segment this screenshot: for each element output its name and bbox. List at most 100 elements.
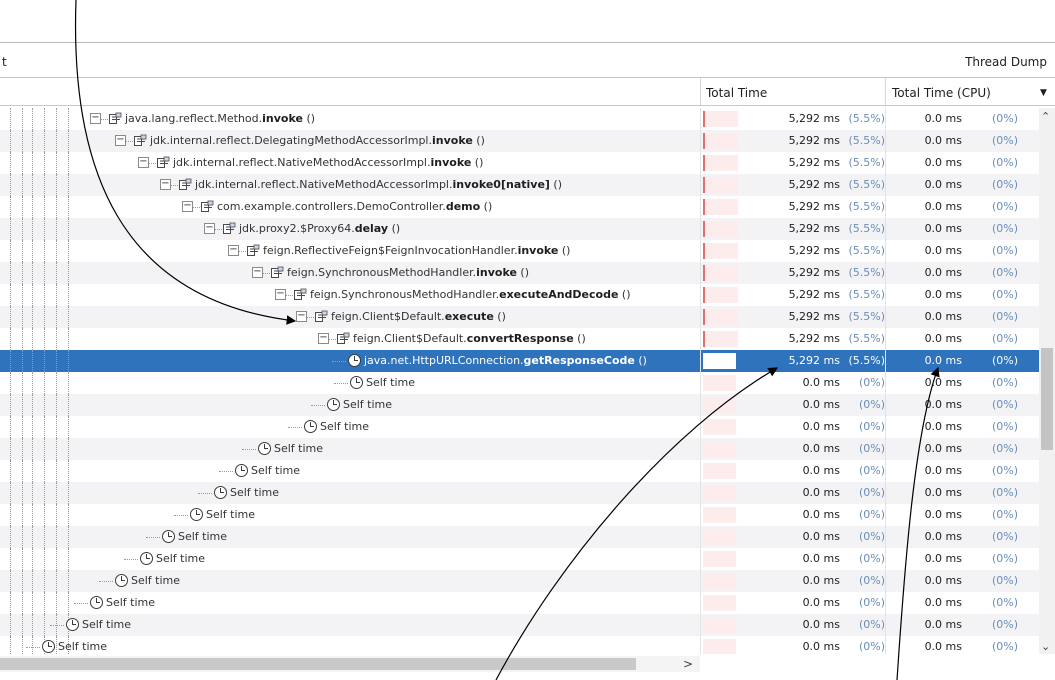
self-time-row[interactable]: Self time 0.0 ms (0%) 0.0 ms (0%) xyxy=(0,592,1039,614)
self-time-row[interactable]: Self time 0.0 ms (0%) 0.0 ms (0%) xyxy=(0,548,1039,570)
self-time-row[interactable]: java.net.HttpURLConnection.getResponseCo… xyxy=(0,350,1039,372)
call-tree-row[interactable]: − feign.SynchronousMethodHandler.executeA… xyxy=(0,284,1039,306)
self-time-row[interactable]: Self time 0.0 ms (0%) 0.0 ms (0%) xyxy=(0,482,1039,504)
collapse-toggle-icon[interactable]: − xyxy=(182,201,193,212)
total-time-value: 5,292 ms xyxy=(788,156,840,169)
self-time-row[interactable]: Self time 0.0 ms (0%) 0.0 ms (0%) xyxy=(0,460,1039,482)
cpu-time-value: 0.0 ms xyxy=(924,222,962,235)
self-time-row[interactable]: Self time 0.0 ms (0%) 0.0 ms (0%) xyxy=(0,614,1039,636)
scroll-down-icon[interactable]: ⌄ xyxy=(1041,640,1050,653)
tree-guide xyxy=(10,570,11,592)
self-time-row[interactable]: Self time 0.0 ms (0%) 0.0 ms (0%) xyxy=(0,636,1039,654)
scroll-right-icon[interactable]: > xyxy=(683,657,693,671)
col-header-total-time-cpu[interactable]: Total Time (CPU) ▼ xyxy=(886,78,1055,106)
self-time-row[interactable]: Self time 0.0 ms (0%) 0.0 ms (0%) xyxy=(0,416,1039,438)
cpu-time-value: 0.0 ms xyxy=(924,178,962,191)
collapse-toggle-icon[interactable]: − xyxy=(204,223,215,234)
col-header-total-time[interactable]: Total Time xyxy=(700,78,883,106)
method-class: feign.SynchronousMethodHandler. xyxy=(310,288,500,301)
collapse-toggle-icon[interactable]: − xyxy=(115,135,126,146)
clock-icon xyxy=(235,464,248,477)
tree-guide xyxy=(22,218,23,240)
tree-guide xyxy=(10,394,11,416)
tree-connector xyxy=(334,383,348,385)
collapse-toggle-icon[interactable]: − xyxy=(318,333,329,344)
collapse-toggle-icon[interactable]: − xyxy=(296,311,307,322)
call-tree-row[interactable]: − feign.Client$Default.execute () 5,292 ms… xyxy=(0,306,1039,328)
tree-guide xyxy=(56,328,57,350)
vertical-scroll-thumb[interactable] xyxy=(1041,348,1053,450)
method-label: Self time xyxy=(58,640,107,653)
time-bar xyxy=(703,551,736,567)
method-args: () xyxy=(388,222,401,235)
collapse-toggle-icon[interactable]: − xyxy=(275,289,286,300)
call-tree-row[interactable]: − feign.SynchronousMethodHandler.invoke (… xyxy=(0,262,1039,284)
tree-connector xyxy=(198,493,212,495)
self-time-row[interactable]: Self time 0.0 ms (0%) 0.0 ms (0%) xyxy=(0,570,1039,592)
tree-guide xyxy=(44,614,45,636)
method-class: Self time xyxy=(206,508,256,521)
method-args: () xyxy=(618,288,631,301)
tree-connector xyxy=(50,625,64,627)
method-name: invoke xyxy=(431,134,473,147)
tree-guide xyxy=(10,174,11,196)
self-time-row[interactable]: Self time 0.0 ms (0%) 0.0 ms (0%) xyxy=(0,394,1039,416)
time-bar xyxy=(703,441,736,457)
total-time-percent: (0%) xyxy=(858,596,885,609)
call-tree-row[interactable]: − feign.ReflectiveFeign$FeignInvocationHa… xyxy=(0,240,1039,262)
method-label: feign.Client$Default.execute () xyxy=(331,310,506,323)
col-header-total-time-label: Total Time xyxy=(706,86,768,100)
collapse-toggle-icon[interactable]: − xyxy=(138,157,149,168)
total-time-value: 0.0 ms xyxy=(802,398,840,411)
call-tree-row[interactable]: − jdk.internal.reflect.NativeMethodAccess… xyxy=(0,174,1039,196)
time-bar xyxy=(703,375,736,391)
method-class: jdk.internal.reflect.DelegatingMethodAcc… xyxy=(150,134,432,147)
total-time-percent: (5.5%) xyxy=(848,244,885,257)
call-tree[interactable]: − java.lang.reflect.Method.invoke () 5,292… xyxy=(0,108,1039,654)
cpu-time-percent: (0%) xyxy=(991,464,1018,477)
cpu-time-value: 0.0 ms xyxy=(924,552,962,565)
collapse-toggle-icon[interactable]: − xyxy=(160,179,171,190)
clock-icon xyxy=(350,376,363,389)
call-tree-row[interactable]: − java.lang.reflect.Method.invoke () 5,292… xyxy=(0,108,1039,130)
method-class: jdk.internal.reflect.NativeMethodAccesso… xyxy=(173,156,431,169)
collapse-toggle-icon[interactable]: − xyxy=(90,113,101,124)
self-time-row[interactable]: Self time 0.0 ms (0%) 0.0 ms (0%) xyxy=(0,438,1039,460)
tree-guide xyxy=(68,262,69,284)
call-tree-row[interactable]: − com.example.controllers.DemoController.… xyxy=(0,196,1039,218)
call-tree-row[interactable]: − feign.Client$Default.convertResponse ()… xyxy=(0,328,1039,350)
total-time-percent: (5.5%) xyxy=(848,332,885,345)
method-name: invoke xyxy=(430,156,472,169)
tree-guide xyxy=(56,284,57,306)
tree-guide xyxy=(32,306,33,328)
self-time-row[interactable]: Self time 0.0 ms (0%) 0.0 ms (0%) xyxy=(0,372,1039,394)
tree-guide xyxy=(10,438,11,460)
tree-guide xyxy=(22,262,23,284)
call-tree-row[interactable]: − jdk.proxy2.$Proxy64.delay () 5,292 ms (5.… xyxy=(0,218,1039,240)
tree-guide xyxy=(56,306,57,328)
self-time-row[interactable]: Self time 0.0 ms (0%) 0.0 ms (0%) xyxy=(0,526,1039,548)
column-menu-icon[interactable]: ▼ xyxy=(1040,88,1047,98)
scroll-up-icon[interactable]: ⌃ xyxy=(1041,110,1050,123)
collapse-toggle-icon[interactable]: − xyxy=(252,267,263,278)
method-name: invoke xyxy=(517,244,559,257)
call-tree-row[interactable]: − jdk.internal.reflect.NativeMethodAccess… xyxy=(0,152,1039,174)
clock-icon xyxy=(140,552,153,565)
method-icon xyxy=(109,112,122,124)
self-time-row[interactable]: Self time 0.0 ms (0%) 0.0 ms (0%) xyxy=(0,504,1039,526)
tree-guide xyxy=(32,614,33,636)
call-tree-row[interactable]: − jdk.internal.reflect.DelegatingMethodAc… xyxy=(0,130,1039,152)
col-separator xyxy=(885,78,886,106)
cpu-time-value: 0.0 ms xyxy=(924,420,962,433)
horizontal-scroll-thumb[interactable] xyxy=(0,658,636,670)
total-time-percent: (5.5%) xyxy=(848,266,885,279)
tree-guide xyxy=(10,372,11,394)
method-class: Self time xyxy=(366,376,416,389)
collapse-toggle-icon[interactable]: − xyxy=(228,245,239,256)
total-time-value: 5,292 ms xyxy=(788,288,840,301)
tree-guide xyxy=(32,636,33,654)
tree-guide xyxy=(22,504,23,526)
thread-dump-button[interactable]: Thread Dump xyxy=(965,55,1047,69)
cpu-time-percent: (0%) xyxy=(991,200,1018,213)
time-bar xyxy=(703,155,738,171)
